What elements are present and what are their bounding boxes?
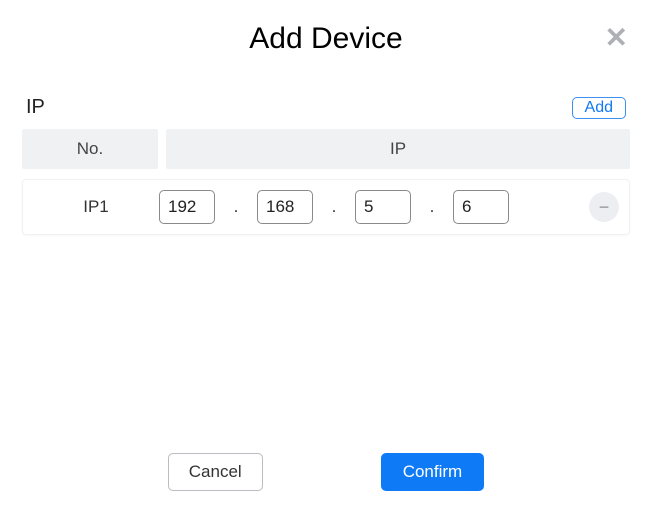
minus-icon: −: [599, 198, 610, 216]
dot-separator: .: [411, 197, 453, 217]
ip-octet-1[interactable]: [159, 190, 215, 224]
ip-octet-3[interactable]: [355, 190, 411, 224]
modal-title: Add Device: [22, 22, 630, 56]
ip-section: IP Add No. IP IP1 . . . −: [22, 96, 630, 235]
close-icon[interactable]: ✕: [605, 24, 628, 52]
column-ip: IP: [166, 129, 630, 169]
dot-separator: .: [215, 197, 257, 217]
add-device-modal: Add Device ✕ IP Add No. IP IP1 . . . −: [0, 0, 652, 511]
table-row: IP1 . . . −: [22, 179, 630, 235]
cancel-button[interactable]: Cancel: [168, 453, 263, 491]
table-header: No. IP: [22, 129, 630, 169]
ip-octet-4[interactable]: [453, 190, 509, 224]
modal-footer: Cancel Confirm: [0, 453, 652, 491]
section-header: IP Add: [22, 96, 630, 119]
section-label: IP: [26, 96, 45, 119]
dot-separator: .: [313, 197, 355, 217]
add-button[interactable]: Add: [572, 97, 626, 119]
confirm-button[interactable]: Confirm: [381, 453, 485, 491]
column-no: No.: [22, 129, 158, 169]
ip-input-group: . . .: [159, 190, 581, 224]
row-label: IP1: [33, 197, 159, 217]
remove-row-button[interactable]: −: [589, 192, 619, 222]
ip-octet-2[interactable]: [257, 190, 313, 224]
